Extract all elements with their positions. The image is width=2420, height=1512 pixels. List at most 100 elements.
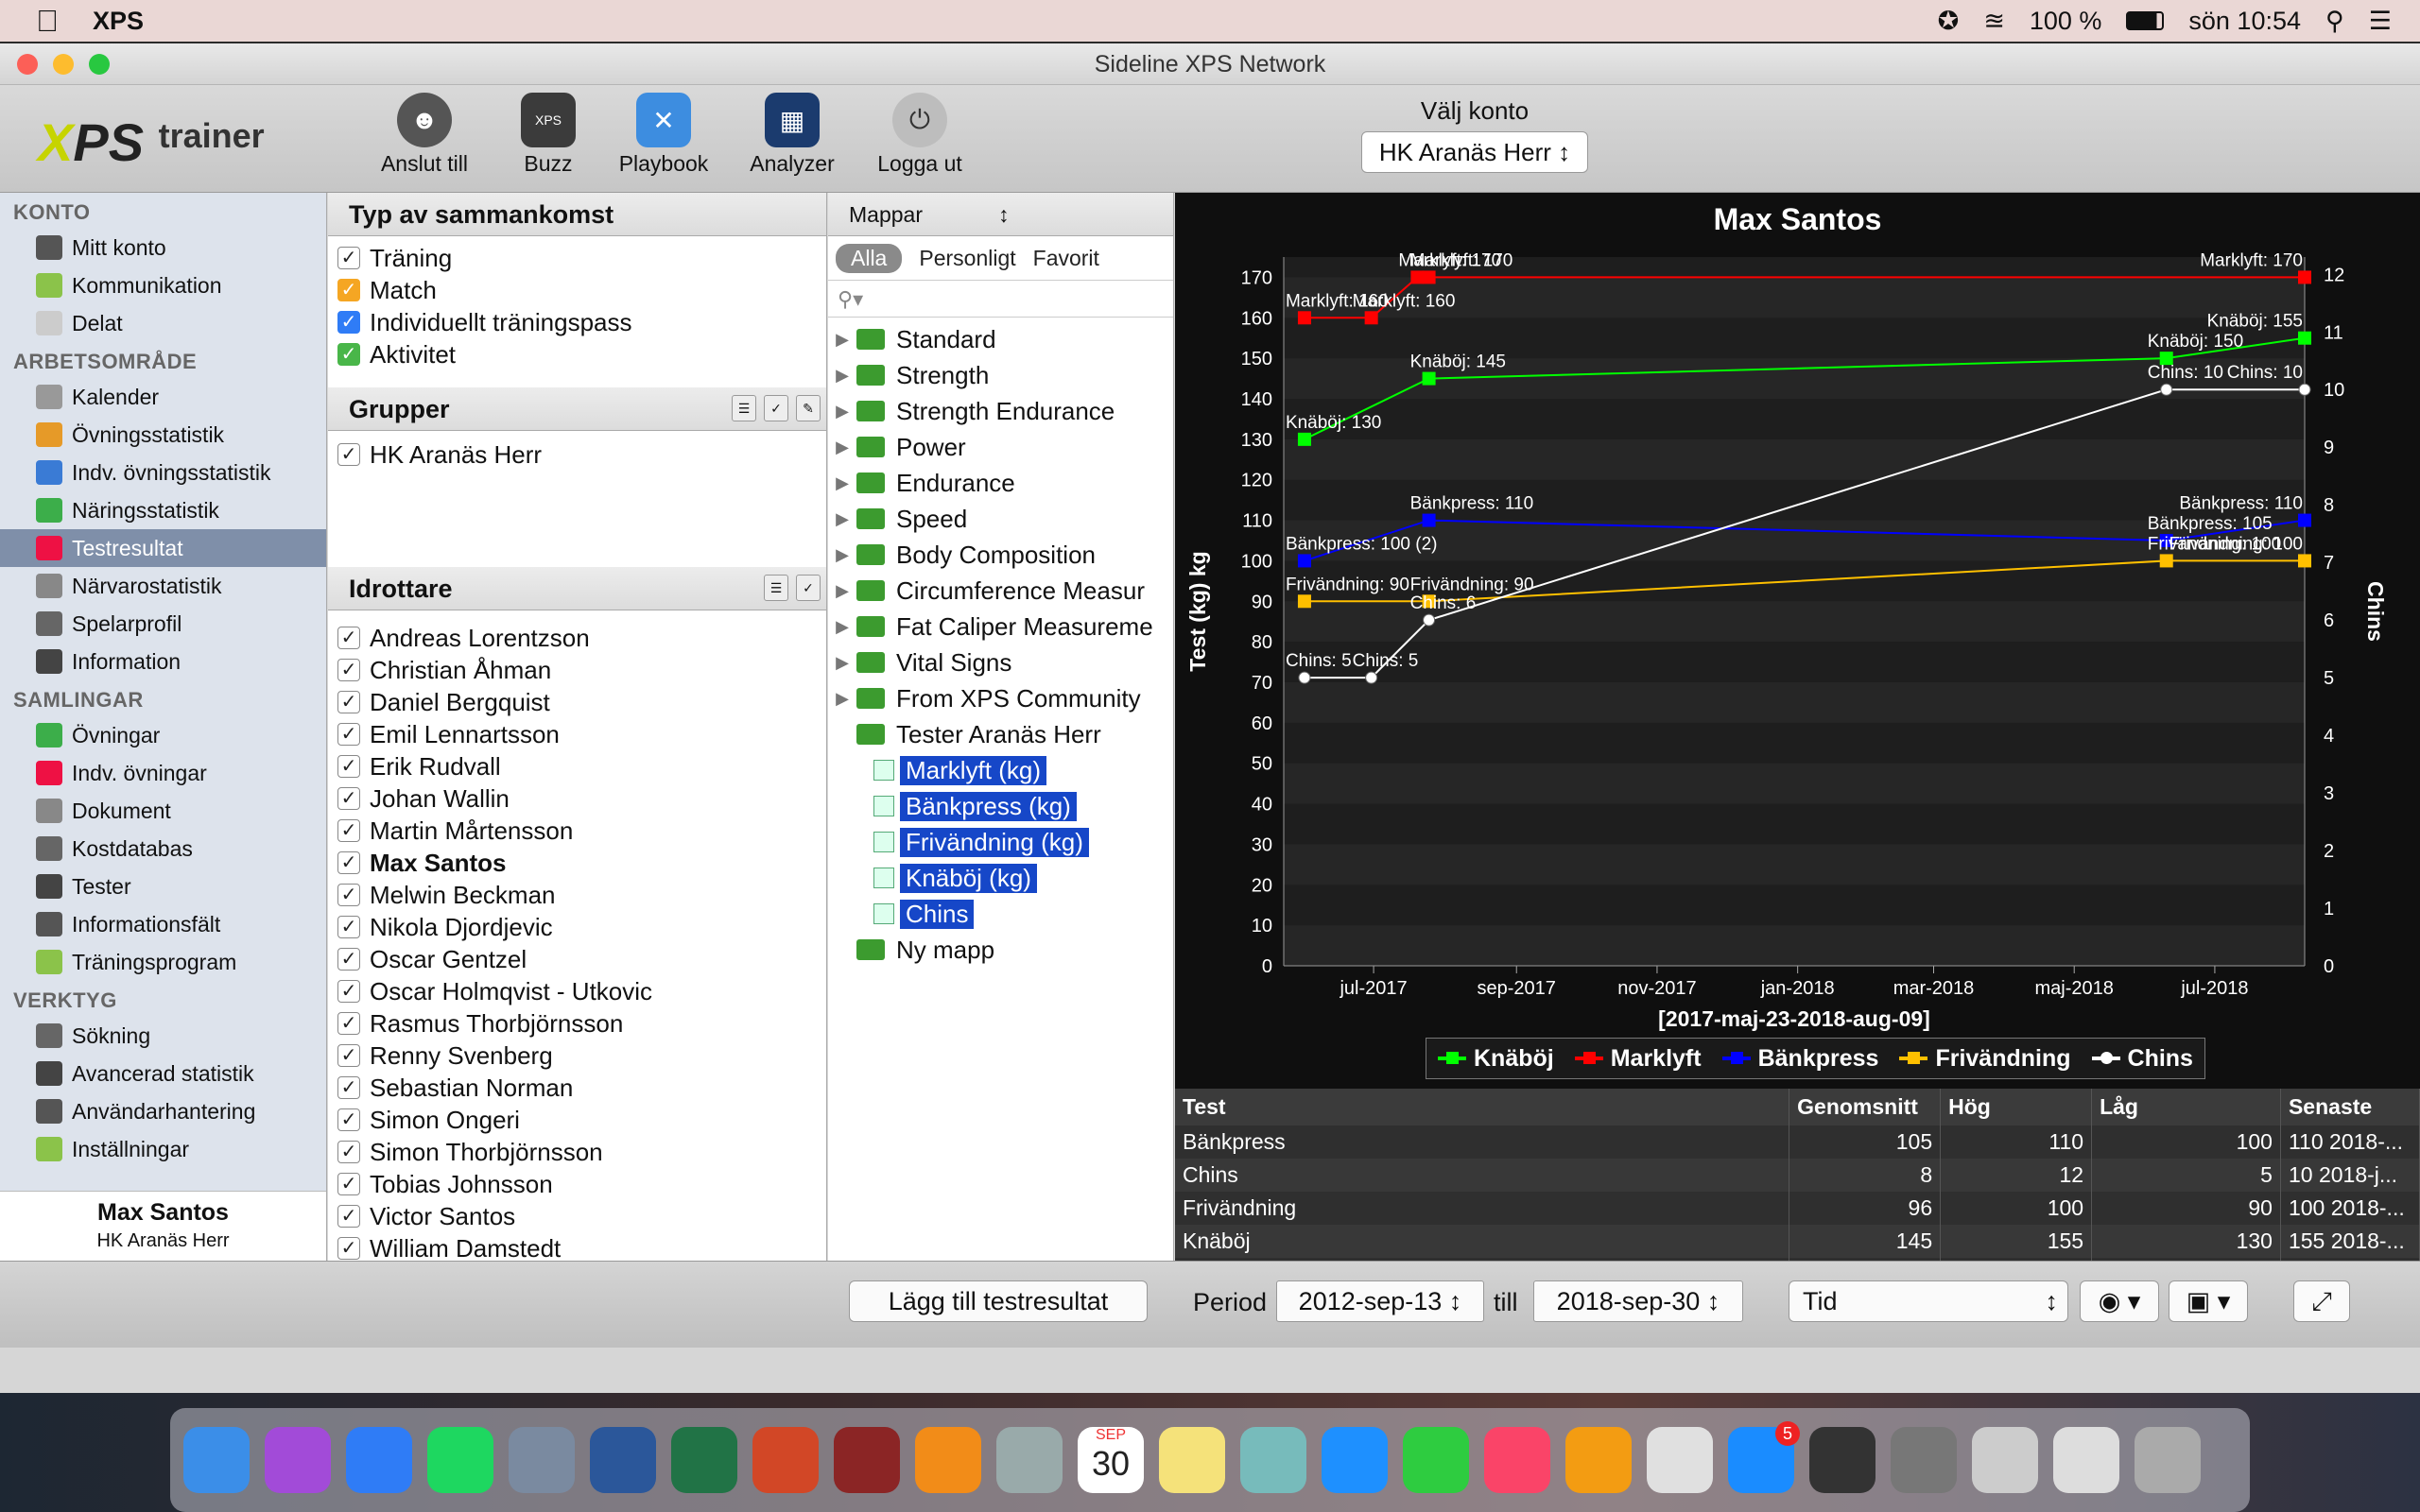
disclosure-triangle-icon[interactable]: ▶	[828, 581, 856, 601]
dock-app-icon[interactable]	[265, 1427, 331, 1493]
dock-app-icon[interactable]	[1240, 1427, 1306, 1493]
checkbox-row-tobias-johnsson[interactable]: ✓ Tobias Johnsson	[328, 1168, 826, 1200]
table-row[interactable]: Frivändning 96 100 90 100 2018-...	[1175, 1192, 2420, 1225]
test-frivandning-kg[interactable]: Frivändning (kg)	[828, 824, 1173, 860]
check-all-icon[interactable]: ✓	[764, 395, 788, 421]
analyzer-button[interactable]: ▦ Analyzer	[731, 93, 854, 177]
checkbox-row-erik-rudvall[interactable]: ✓ Erik Rudvall	[328, 750, 826, 782]
checkbox[interactable]: ✓	[337, 311, 360, 334]
checkbox[interactable]: ✓	[337, 1205, 360, 1228]
dock-app-icon[interactable]	[915, 1427, 981, 1493]
checkbox-row-aktivitet[interactable]: ✓ Aktivitet	[328, 338, 826, 370]
checkbox[interactable]: ✓	[337, 819, 360, 842]
sidebar-item-installningar[interactable]: Inställningar	[0, 1130, 326, 1168]
close-button[interactable]	[17, 54, 38, 75]
checkbox[interactable]: ✓	[337, 1076, 360, 1099]
checkbox[interactable]: ✓	[337, 787, 360, 810]
checkbox-row-christian-ahman[interactable]: ✓ Christian Åhman	[328, 654, 826, 686]
table-row[interactable]: Chins 8 12 5 10 2018-j...	[1175, 1159, 2420, 1192]
column-header-hog[interactable]: Hög	[1940, 1089, 2093, 1125]
folder-vital-signs[interactable]: ▶ Vital Signs	[828, 644, 1173, 680]
sidebar-item-informationsfalt[interactable]: Informationsfält	[0, 905, 326, 943]
checkbox[interactable]: ✓	[337, 723, 360, 746]
dock-app-icon[interactable]	[2053, 1427, 2119, 1493]
dock-app-icon[interactable]	[752, 1427, 819, 1493]
sidebar-item-dokument[interactable]: Dokument	[0, 792, 326, 830]
dock-app-icon[interactable]	[2135, 1427, 2201, 1493]
disclosure-triangle-icon[interactable]: ▶	[828, 617, 856, 637]
checkbox[interactable]: ✓	[337, 1173, 360, 1195]
wifi-icon[interactable]: ≊	[1983, 7, 2005, 36]
test-bankpress-kg[interactable]: Bänkpress (kg)	[828, 788, 1173, 824]
dock-app-icon[interactable]	[1159, 1427, 1225, 1493]
folder-speed[interactable]: ▶ Speed	[828, 501, 1173, 537]
clock[interactable]: sön 10:54	[2188, 7, 2301, 36]
checkbox[interactable]: ✓	[337, 1044, 360, 1067]
checkbox-row-oscar-gentzel[interactable]: ✓ Oscar Gentzel	[328, 943, 826, 975]
sidebar-item-narvarostatistik[interactable]: Närvarostatistik	[0, 567, 326, 605]
fullscreen-button[interactable]: ⤢	[2293, 1280, 2350, 1322]
test-knaboj-kg[interactable]: Knäböj (kg)	[828, 860, 1173, 896]
sidebar-item-traningsprogram[interactable]: Träningsprogram	[0, 943, 326, 981]
dock-app-icon[interactable]	[671, 1427, 737, 1493]
checkbox-row-william-damstedt[interactable]: ✓ William Damstedt	[328, 1232, 826, 1264]
dock-app-icon[interactable]: SEP 30	[1078, 1427, 1144, 1493]
tid-dropdown[interactable]: Tid ↕	[1789, 1280, 2068, 1322]
folder-body-composition[interactable]: ▶ Body Composition	[828, 537, 1173, 573]
new-folder[interactable]: Ny mapp	[828, 932, 1173, 968]
disclosure-triangle-icon[interactable]: ▶	[828, 653, 856, 673]
dock-app-icon[interactable]	[509, 1427, 575, 1493]
dock-app-icon[interactable]: 5	[1728, 1421, 1800, 1493]
sidebar-item-tester[interactable]: Tester	[0, 868, 326, 905]
sidebar-item-kommunikation[interactable]: Kommunikation	[0, 266, 326, 304]
list-select-icon[interactable]: ☰	[732, 395, 756, 421]
mappar-header[interactable]: Mappar ↕	[828, 193, 1173, 236]
check-all-icon[interactable]: ✓	[796, 575, 821, 601]
list-select-icon[interactable]: ☰	[764, 575, 788, 601]
checkbox[interactable]: ✓	[337, 884, 360, 906]
period-to-date[interactable]: 2018-sep-30 ↕	[1533, 1280, 1743, 1322]
checkbox[interactable]: ✓	[337, 1108, 360, 1131]
dock-app-icon[interactable]	[1809, 1427, 1876, 1493]
sidebar-item-avancerad-statistik[interactable]: Avancerad statistik	[0, 1055, 326, 1092]
dock-app-icon[interactable]	[346, 1427, 412, 1493]
checkbox[interactable]: ✓	[337, 948, 360, 971]
checkbox-row-hk-aranas-herr[interactable]: ✓ HK Aranäs Herr	[328, 438, 826, 471]
checkbox-row-victor-santos[interactable]: ✓ Victor Santos	[328, 1200, 826, 1232]
checkbox-row-johan-wallin[interactable]: ✓ Johan Wallin	[328, 782, 826, 815]
disclosure-triangle-icon[interactable]: ▶	[828, 438, 856, 457]
zoom-button[interactable]	[89, 54, 110, 75]
table-row[interactable]: Knäböj 145 155 130 155 2018-...	[1175, 1225, 2420, 1258]
period-from-date[interactable]: 2012-sep-13 ↕	[1276, 1280, 1484, 1322]
checkbox[interactable]: ✓	[337, 443, 360, 466]
checkbox-row-match[interactable]: ✓ Match	[328, 274, 826, 306]
app-menu-name[interactable]: XPS	[93, 7, 144, 36]
checkbox-row-daniel-bergquist[interactable]: ✓ Daniel Bergquist	[328, 686, 826, 718]
notification-center-icon[interactable]: ☰	[2369, 7, 2392, 36]
sidebar-item-kostdatabas[interactable]: Kostdatabas	[0, 830, 326, 868]
folder-strength[interactable]: ▶ Strength	[828, 357, 1173, 393]
checkbox[interactable]: ✓	[337, 247, 360, 269]
checkbox-row-rasmus-thorbjornsson[interactable]: ✓ Rasmus Thorbjörnsson	[328, 1007, 826, 1040]
view-options-button[interactable]: ◉ ▾	[2080, 1280, 2159, 1322]
folder-standard[interactable]: ▶ Standard	[828, 321, 1173, 357]
sidebar-item-spelarprofil[interactable]: Spelarprofil	[0, 605, 326, 643]
dock-app-icon[interactable]	[1484, 1427, 1550, 1493]
column-header-senaste[interactable]: Senaste	[2280, 1089, 2420, 1125]
sidebar-item-mitt-konto[interactable]: Mitt konto	[0, 229, 326, 266]
checkbox[interactable]: ✓	[337, 659, 360, 681]
dock-app-icon[interactable]	[834, 1427, 900, 1493]
checkbox-row-simon-thorbjornsson[interactable]: ✓ Simon Thorbjörnsson	[328, 1136, 826, 1168]
column-header-lag[interactable]: Låg	[2091, 1089, 2281, 1125]
buzz-button[interactable]: XPS Buzz	[487, 93, 610, 177]
checkbox-row-traning[interactable]: ✓ Träning	[328, 242, 826, 274]
disclosure-triangle-icon[interactable]: ▶	[828, 402, 856, 421]
disclosure-triangle-icon[interactable]: ▶	[828, 473, 856, 493]
dock-app-icon[interactable]	[1972, 1427, 2038, 1493]
anslut-till-button[interactable]: ☻ Anslut till	[363, 93, 486, 177]
spotlight-search-icon[interactable]: ⚲	[2325, 7, 2344, 36]
folder-search-input[interactable]: ⚲▾	[828, 280, 1173, 318]
sidebar-item-kalender[interactable]: Kalender	[0, 378, 326, 416]
folder-power[interactable]: ▶ Power	[828, 429, 1173, 465]
column-header-test[interactable]: Test	[1175, 1089, 1790, 1125]
